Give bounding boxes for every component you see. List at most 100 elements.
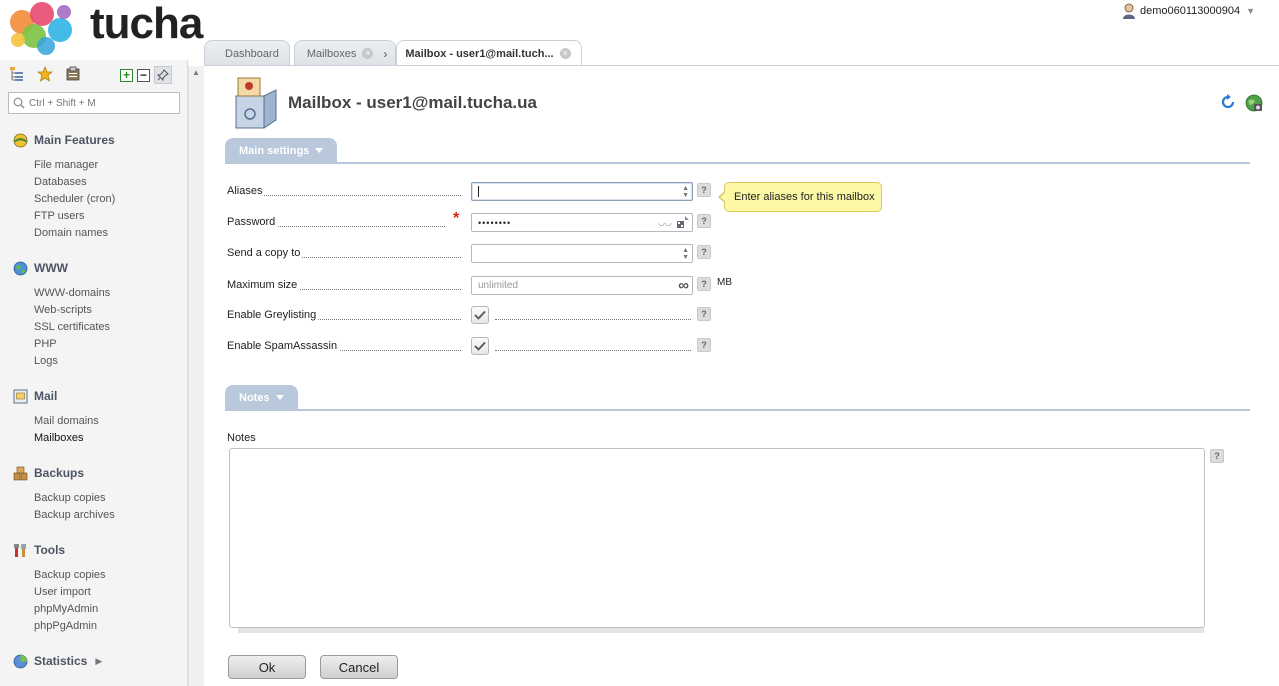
- sidebar-scrollbar[interactable]: ▲: [188, 66, 204, 686]
- send-copy-input[interactable]: ▲ ▼: [471, 244, 693, 263]
- notes-section-toggle[interactable]: Notes: [225, 385, 298, 410]
- spamassassin-checkbox[interactable]: [471, 337, 489, 355]
- help-icon[interactable]: ?: [1210, 449, 1224, 463]
- user-menu[interactable]: demo060113000904 ▼: [1122, 2, 1255, 20]
- close-tab-icon[interactable]: ×: [559, 48, 571, 59]
- scroll-up-icon[interactable]: ▲: [192, 68, 200, 77]
- sidebar-group-header[interactable]: Tools: [12, 541, 106, 559]
- sidebar-item-file-manager[interactable]: File manager: [34, 157, 115, 174]
- section-title: Main settings: [239, 144, 310, 157]
- help-icon[interactable]: ?: [697, 183, 711, 197]
- refresh-icon[interactable]: [1220, 94, 1236, 110]
- password-label: Password: [227, 216, 278, 228]
- help-icon[interactable]: ?: [697, 307, 711, 321]
- mail-icon: [12, 388, 28, 404]
- mailbox-page-icon: [230, 76, 280, 130]
- collapse-all-icon[interactable]: −: [137, 68, 150, 82]
- search-icon: [13, 97, 25, 109]
- backup-boxes-icon: [12, 465, 28, 481]
- sidebar-group-header[interactable]: Backups: [12, 464, 115, 482]
- aliases-row: Aliases ▲ ▼ ?: [227, 182, 747, 202]
- user-icon: [1123, 3, 1135, 19]
- clipboard-icon[interactable]: [64, 65, 82, 83]
- password-input[interactable]: •••••••• ◡◡: [471, 213, 693, 232]
- pin-icon[interactable]: [154, 66, 172, 84]
- tab-mailbox-user1[interactable]: Mailbox - user1@mail.tuch... ×: [396, 40, 582, 66]
- spamassassin-label: Enable SpamAssassin: [227, 340, 340, 352]
- sidebar-group-header[interactable]: Main Features: [12, 131, 115, 149]
- sidebar-item-domain-names[interactable]: Domain names: [34, 225, 115, 242]
- help-icon[interactable]: ?: [697, 277, 711, 291]
- help-icon[interactable]: ?: [697, 245, 711, 259]
- notes-resize-bar[interactable]: [238, 628, 1204, 633]
- infinity-icon[interactable]: ∞: [678, 277, 689, 294]
- cancel-button[interactable]: Cancel: [320, 655, 398, 679]
- max-size-label: Maximum size: [227, 279, 300, 291]
- sidebar-item-phppgadmin[interactable]: phpPgAdmin: [34, 618, 106, 635]
- sidebar-group-title: Tools: [34, 543, 66, 557]
- greylisting-label: Enable Greylisting: [227, 309, 319, 321]
- generate-password-icon[interactable]: [676, 215, 690, 229]
- sidebar-item-tools-backup-copies[interactable]: Backup copies: [34, 567, 106, 584]
- logo-wordmark: tucha: [90, 0, 203, 48]
- sidebar-group-main-features: Main Features File manager Databases Sch…: [12, 131, 115, 242]
- tree-view-icon[interactable]: [8, 65, 26, 83]
- sidebar-group-header[interactable]: Mail: [12, 387, 99, 405]
- help-icon[interactable]: ?: [697, 338, 711, 352]
- sidebar-item-databases[interactable]: Databases: [34, 174, 115, 191]
- sidebar-item-mailboxes[interactable]: Mailboxes: [34, 430, 99, 447]
- sidebar-group-header[interactable]: Statistics ▶: [12, 652, 102, 670]
- ok-button[interactable]: Ok: [228, 655, 306, 679]
- sidebar-group-title: Statistics: [34, 654, 88, 668]
- sidebar-search-input[interactable]: [29, 97, 169, 109]
- sidebar-item-scheduler[interactable]: Scheduler (cron): [34, 191, 115, 208]
- sidebar-item-backup-copies[interactable]: Backup copies: [34, 490, 115, 507]
- sidebar-search[interactable]: [8, 92, 180, 114]
- greylisting-checkbox[interactable]: [471, 306, 489, 324]
- tab-dashboard[interactable]: Dashboard: [204, 40, 290, 66]
- tucha-logo[interactable]: tucha: [4, 0, 203, 58]
- sidebar-group-title: Backups: [34, 466, 85, 480]
- sidebar-group-header[interactable]: WWW: [12, 259, 110, 277]
- sidebar-item-ftp-users[interactable]: FTP users: [34, 208, 115, 225]
- sidebar-group-title: Main Features: [34, 133, 115, 147]
- expand-icon[interactable]: ▲ ▼: [682, 247, 689, 261]
- favorites-star-icon[interactable]: [36, 65, 54, 83]
- tab-mailboxes[interactable]: Mailboxes × ›: [293, 40, 397, 66]
- sidebar-item-user-import[interactable]: User import: [34, 584, 106, 601]
- checkmark-icon: [474, 341, 486, 351]
- sidebar-item-phpmyadmin[interactable]: phpMyAdmin: [34, 601, 106, 618]
- max-size-input[interactable]: unlimited ∞: [471, 276, 693, 295]
- sidebar-item-logs[interactable]: Logs: [34, 353, 110, 370]
- main-settings-section-toggle[interactable]: Main settings: [225, 138, 338, 163]
- expand-all-icon[interactable]: +: [120, 68, 133, 82]
- tab-label: Mailboxes: [306, 47, 357, 60]
- sidebar-group-mail: Mail Mail domains Mailboxes: [12, 387, 99, 447]
- chevron-down-icon: ▼: [1246, 6, 1256, 16]
- globe-settings-icon[interactable]: [1245, 94, 1263, 112]
- sidebar-item-ssl-certificates[interactable]: SSL certificates: [34, 319, 110, 336]
- dotted-leader: [495, 350, 691, 351]
- help-icon[interactable]: ?: [697, 214, 711, 228]
- sidebar-item-mail-domains[interactable]: Mail domains: [34, 413, 99, 430]
- tab-label: Dashboard: [225, 47, 279, 60]
- section-divider: [225, 162, 1250, 164]
- close-tab-icon[interactable]: ×: [362, 48, 374, 59]
- notes-textarea[interactable]: [229, 448, 1205, 628]
- show-password-icon[interactable]: ◡◡: [658, 218, 672, 227]
- chevron-right-icon: ▶: [95, 655, 103, 666]
- max-size-placeholder: unlimited: [478, 280, 519, 291]
- aliases-input[interactable]: ▲ ▼: [471, 182, 693, 201]
- logo-bubbles-icon: [10, 2, 72, 55]
- sidebar-group-title: Mail: [34, 389, 58, 403]
- max-size-row: Maximum size unlimited ∞ ? MB: [227, 276, 747, 296]
- sidebar-group-statistics: Statistics ▶: [12, 652, 102, 670]
- sidebar-item-www-domains[interactable]: WWW-domains: [34, 285, 110, 302]
- sidebar-item-web-scripts[interactable]: Web-scripts: [34, 302, 110, 319]
- sidebar-item-php[interactable]: PHP: [34, 336, 110, 353]
- expand-icon[interactable]: ▲ ▼: [682, 185, 689, 199]
- sidebar-item-backup-archives[interactable]: Backup archives: [34, 507, 115, 524]
- notes-label: Notes: [227, 432, 256, 444]
- section-divider: [225, 409, 1250, 411]
- checkmark-icon: [474, 310, 486, 320]
